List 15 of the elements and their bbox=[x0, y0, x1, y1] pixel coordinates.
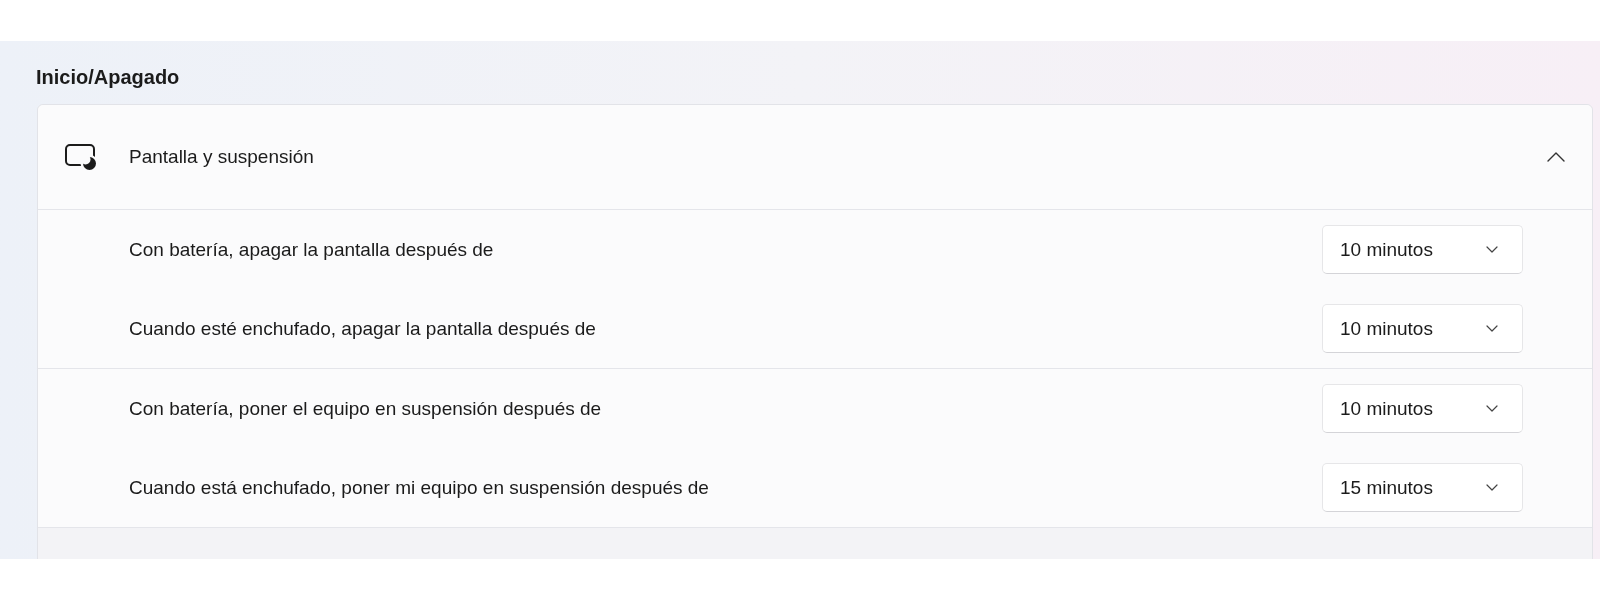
expander-title: Pantalla y suspensión bbox=[129, 145, 315, 169]
dropdown[interactable]: 10 minutos bbox=[1322, 304, 1523, 353]
chevron-down-icon bbox=[1486, 484, 1498, 491]
setting-label: Cuando esté enchufado, apagar la pantalla después de bbox=[129, 316, 597, 341]
dropdown[interactable]: 10 minutos bbox=[1322, 225, 1523, 274]
setting-label: Cuando está enchufado, poner mi equipo en suspensión después de bbox=[129, 475, 710, 500]
chevron-down-icon bbox=[1486, 405, 1498, 412]
setting-label: Con batería, apagar la pantalla después de bbox=[129, 237, 495, 262]
chevron-down-icon bbox=[1486, 246, 1498, 253]
screen-moon-icon bbox=[65, 144, 97, 170]
dropdown[interactable]: 10 minutos bbox=[1322, 384, 1523, 433]
section-heading: Inicio/Apagado bbox=[36, 65, 180, 89]
setting-label: Con batería, poner el equipo en suspensión después de bbox=[129, 396, 603, 421]
chevron-down-icon bbox=[1486, 325, 1498, 332]
dropdown[interactable]: 15 minutos bbox=[1322, 463, 1523, 512]
